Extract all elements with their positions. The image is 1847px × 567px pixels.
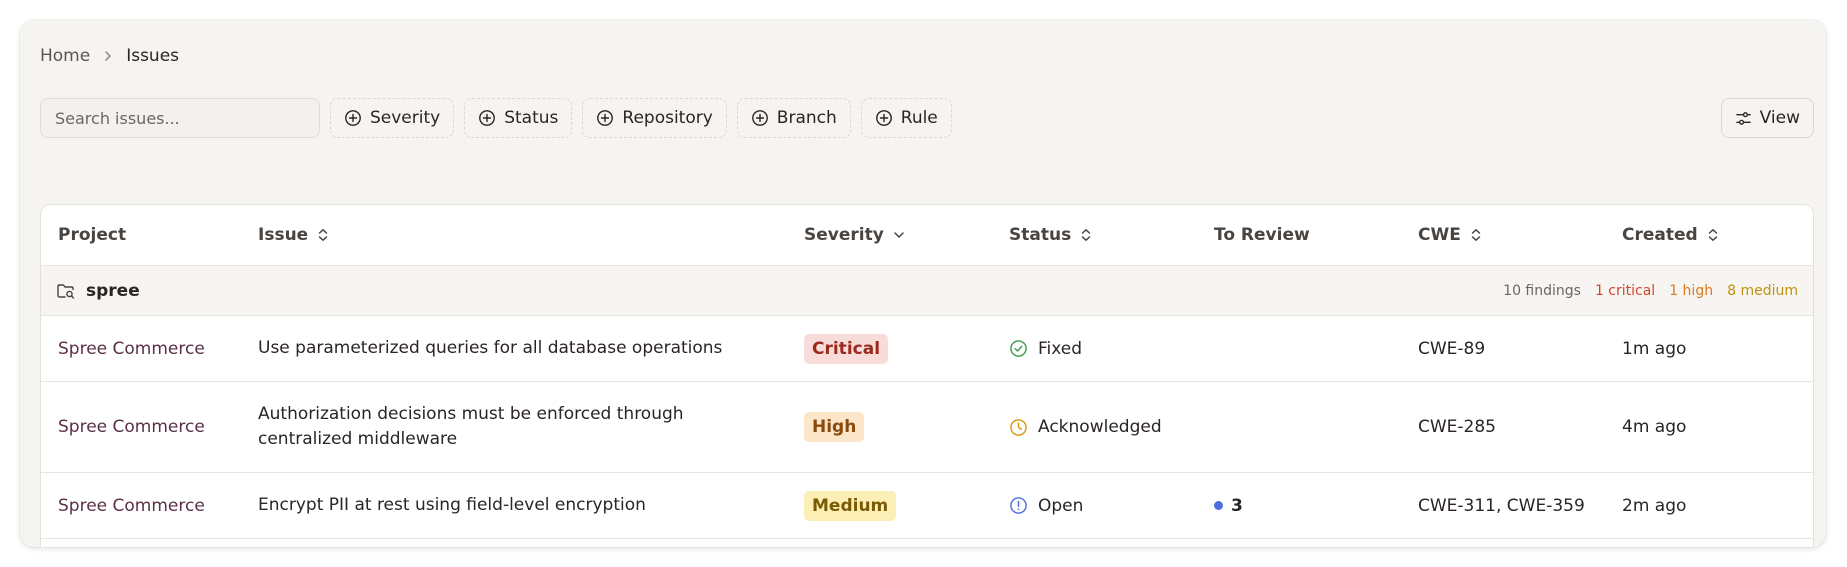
cell-severity: High [787,412,992,442]
group-stats: 10 findings 1 critical 1 high 8 medium [1503,283,1798,299]
column-header-project: Project [58,225,127,245]
cell-severity: Medium [787,490,992,521]
cell-project[interactable]: Spree Commerce [41,417,241,437]
filter-rule-button[interactable]: Rule [860,98,952,138]
filter-severity-button[interactable]: Severity [330,98,455,138]
cell-project[interactable]: Spree Commerce [41,496,241,516]
cell-created: 1m ago [1622,338,1687,359]
issues-panel: Home Issues Severity Status Repository B… [20,20,1826,547]
view-options-label: View [1759,108,1800,128]
sliders-icon [1735,111,1751,125]
filter-rule-label: Rule [900,108,938,128]
check-circle-icon [1010,340,1027,357]
view-options-button[interactable]: View [1720,98,1814,138]
search-input[interactable] [40,98,320,138]
chevron-right-icon [102,50,114,62]
clock-icon [1010,418,1027,436]
column-header-severity[interactable]: Severity [787,225,992,245]
alert-circle-icon [1010,497,1027,514]
status-label: Fixed [1038,338,1083,359]
breadcrumb-home[interactable]: Home [40,46,90,66]
breadcrumb: Home Issues [40,46,179,66]
filter-repository-label: Repository [622,108,713,128]
column-header-issue[interactable]: Issue [241,225,787,245]
cell-status: Fixed [992,339,1197,359]
plus-circle-icon [751,110,768,126]
column-header-to-review: To Review [1214,225,1310,245]
cell-issue[interactable]: Encrypt PII at rest using field-level en… [241,493,787,518]
filter-severity-label: Severity [370,108,441,128]
cell-status: Acknowledged [992,417,1197,437]
table-row[interactable]: Spree Commerce Authorization decisions m… [41,382,1813,473]
sort-icon [1708,229,1717,241]
sort-icon [318,229,328,241]
cell-created: 2m ago [1622,495,1687,516]
issues-table: Project Issue Severity Status To Review … [40,204,1814,547]
status-label: Acknowledged [1038,417,1162,437]
cell-issue[interactable]: Use parameterized queries for all databa… [241,336,787,361]
folder-search-icon [57,283,75,299]
severity-badge: Medium [804,490,897,521]
column-header-cwe[interactable]: CWE [1401,225,1605,245]
toolbar: Severity Status Repository Branch Rule V… [40,98,1814,138]
cell-created: 4m ago [1622,417,1687,437]
table-row[interactable]: Spree Commerce Use parameterized queries… [41,316,1813,382]
filter-status-label: Status [504,108,559,128]
plus-circle-icon [345,110,361,126]
medium-count: 8 medium [1727,282,1798,299]
filter-repository-button[interactable]: Repository [582,98,727,138]
cell-project[interactable]: Spree Commerce [41,339,241,359]
status-label: Open [1038,495,1084,516]
table-row[interactable]: Spree Commerce Encrypt PII at rest using… [41,473,1813,539]
critical-count: 1 critical [1594,282,1656,299]
plus-circle-icon [875,110,892,126]
review-dot-icon [1214,501,1223,510]
cell-cwe: CWE-311, CWE-359 [1418,495,1585,516]
high-count: 1 high [1669,282,1714,299]
sort-icon [1471,229,1481,241]
cell-status: Open [992,496,1197,516]
cell-cwe: CWE-89 [1418,338,1486,359]
filter-branch-label: Branch [776,108,837,128]
table-header: Project Issue Severity Status To Review … [41,205,1813,266]
column-header-created[interactable]: Created [1605,225,1813,245]
plus-circle-icon [597,110,614,126]
cell-severity: Critical [787,333,992,364]
findings-count: 10 findings [1503,282,1581,299]
plus-circle-icon [479,110,496,126]
cell-cwe: CWE-285 [1418,417,1497,437]
filter-branch-button[interactable]: Branch [736,98,851,138]
breadcrumb-current: Issues [126,46,180,66]
cell-issue[interactable]: Authorization decisions must be enforced… [241,402,787,452]
chevron-down-icon [894,232,904,238]
group-name: spree [56,281,140,301]
column-header-status[interactable]: Status [992,225,1197,245]
filter-status-button[interactable]: Status [464,98,573,138]
severity-badge: Critical [804,333,889,364]
cell-to-review: 3 [1197,496,1401,516]
group-row-spree[interactable]: spree 10 findings 1 critical 1 high 8 me… [41,266,1813,316]
sort-icon [1081,229,1091,241]
severity-badge: High [804,412,865,442]
review-count: 3 [1231,495,1243,516]
